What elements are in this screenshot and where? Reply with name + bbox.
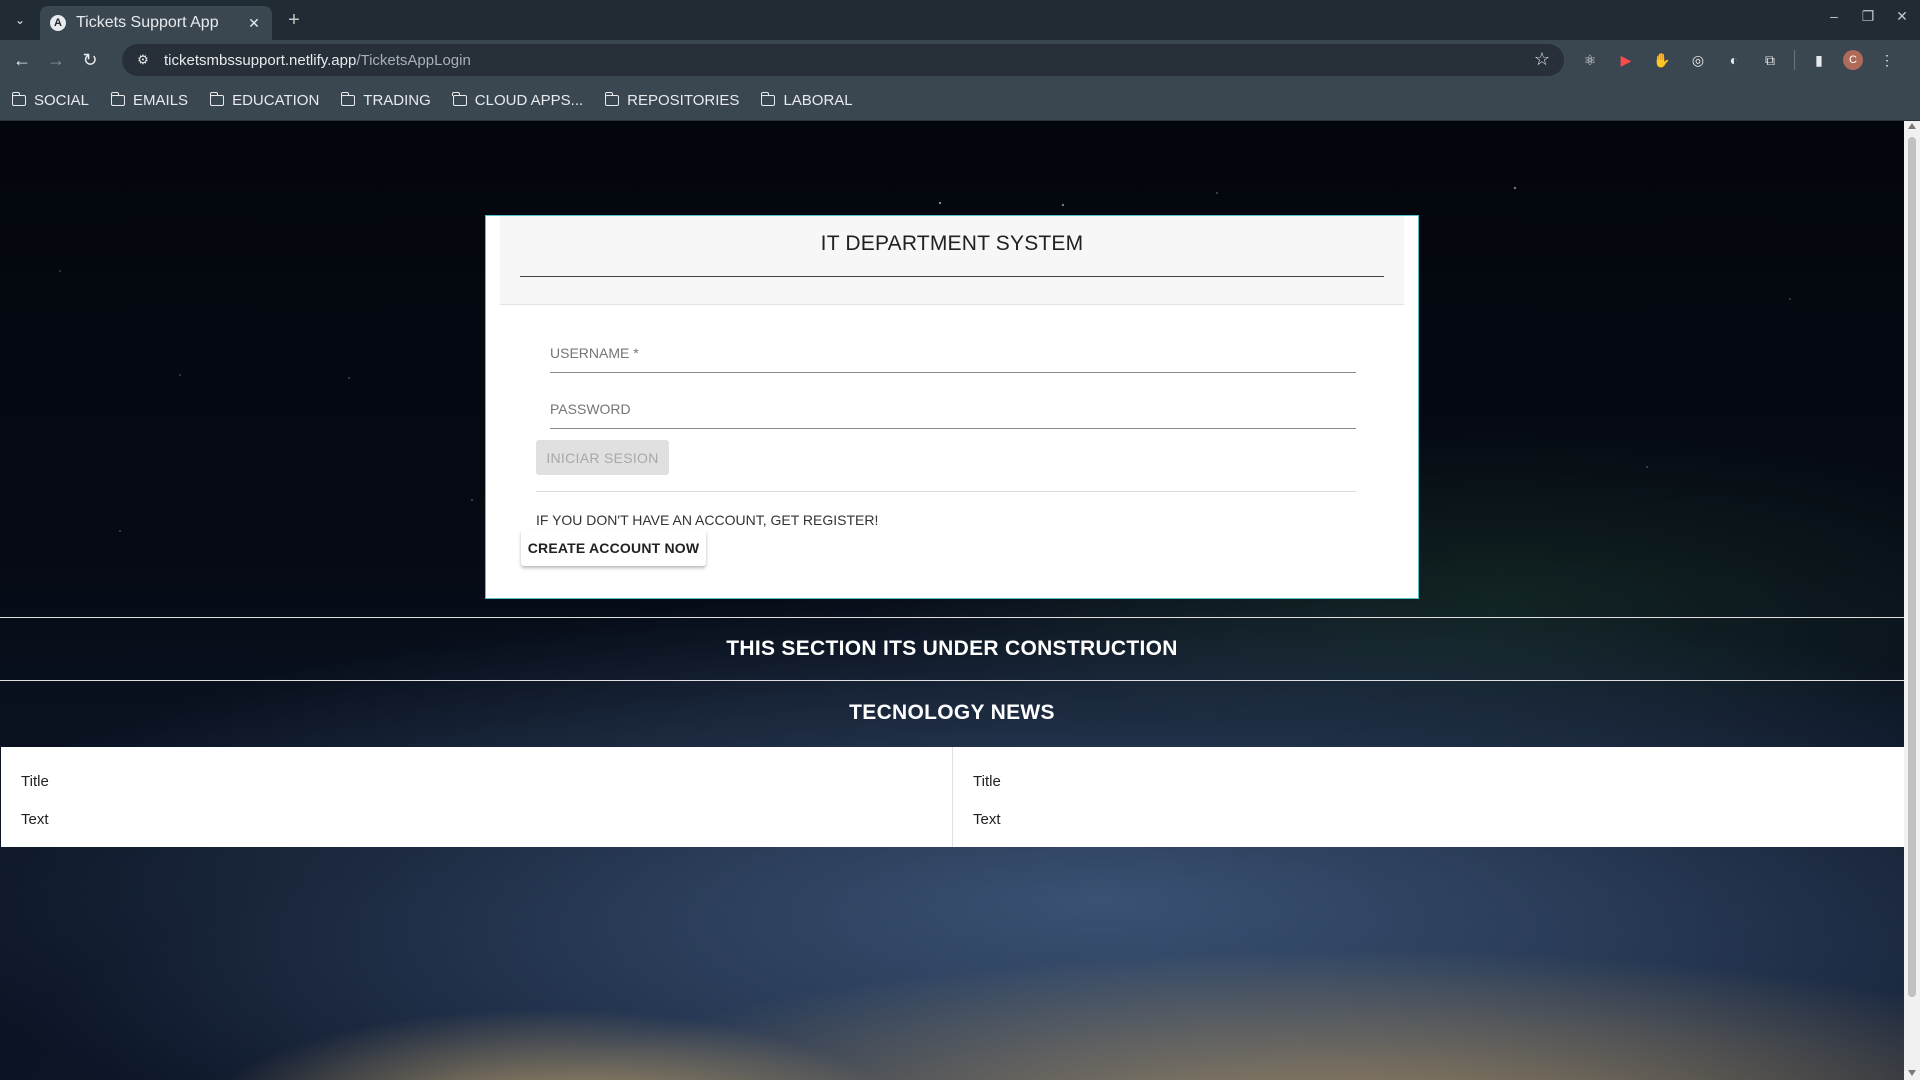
- bookmark-star-icon[interactable]: ☆: [1534, 49, 1550, 70]
- url-path: /TicketsAppLogin: [356, 51, 471, 69]
- bookmark-label: LABORAL: [783, 91, 853, 109]
- bookmark-label: REPOSITORIES: [627, 91, 740, 109]
- create-account-button[interactable]: CREATE ACCOUNT NOW: [521, 530, 706, 566]
- browser-toolbar: ← → ↻ ⚙ ticketsmbssupport.netlify.app/Ti…: [0, 40, 1920, 80]
- new-tab-icon[interactable]: +: [282, 8, 306, 32]
- folder-icon: [452, 91, 467, 106]
- address-bar[interactable]: ⚙ ticketsmbssupport.netlify.app/TicketsA…: [122, 44, 1564, 76]
- news-card-title: Title: [21, 773, 49, 790]
- login-card: IT DEPARTMENT SYSTEM INICIAR SESION IF Y…: [485, 215, 1419, 599]
- username-field[interactable]: [550, 338, 1356, 373]
- scroll-down-arrow-icon[interactable]: [1908, 1070, 1916, 1076]
- bookmark-label: TRADING: [363, 91, 431, 109]
- news-section-header: TECNOLOGY NEWS: [0, 681, 1904, 745]
- browser-tab-active[interactable]: A Tickets Support App ✕: [40, 6, 272, 40]
- url-text[interactable]: ticketsmbssupport.netlify.app/TicketsApp…: [164, 52, 471, 69]
- scroll-thumb[interactable]: [1908, 137, 1916, 997]
- page-scrollbar[interactable]: [1904, 121, 1920, 1080]
- login-button[interactable]: INICIAR SESION: [536, 440, 669, 475]
- bookmark-label: CLOUD APPS...: [474, 91, 584, 109]
- title-divider: [520, 276, 1384, 277]
- back-icon[interactable]: ←: [10, 48, 34, 72]
- minimize-icon[interactable]: –: [1826, 8, 1842, 25]
- angular-favicon-icon: A: [50, 15, 66, 31]
- folder-icon: [760, 91, 776, 106]
- youtube-extension-icon[interactable]: ▶: [1614, 48, 1638, 72]
- record-extension-icon[interactable]: ◎: [1686, 48, 1710, 72]
- bookmark-folder-social[interactable]: SOCIAL: [11, 91, 90, 109]
- news-card-text: Text: [973, 811, 1001, 828]
- toolbar-separator: [1794, 50, 1795, 70]
- news-card[interactable]: Title Text: [952, 747, 1904, 847]
- folder-icon: [110, 91, 126, 106]
- news-card-text: Text: [21, 811, 49, 828]
- bookmark-label: EDUCATION: [232, 91, 320, 109]
- login-title: IT DEPARTMENT SYSTEM: [820, 232, 1084, 255]
- password-field[interactable]: [550, 394, 1356, 429]
- username-input[interactable]: [550, 338, 1356, 368]
- bookmark-label: SOCIAL: [34, 91, 90, 109]
- bookmark-folder-emails[interactable]: EMAILS: [110, 91, 189, 109]
- reload-icon[interactable]: ↻: [78, 48, 102, 72]
- forward-icon[interactable]: →: [44, 48, 68, 72]
- register-prompt: IF YOU DON'T HAVE AN ACCOUNT, GET REGIST…: [536, 512, 879, 528]
- browser-tabstrip: ⌄ A Tickets Support App ✕ + – ❐ ✕: [0, 0, 1920, 40]
- react-devtools-icon[interactable]: ⚛: [1578, 48, 1602, 72]
- construction-banner: THIS SECTION ITS UNDER CONSTRUCTION: [0, 617, 1904, 681]
- construction-text: THIS SECTION ITS UNDER CONSTRUCTION: [726, 637, 1178, 660]
- bookmark-folder-cloud-apps[interactable]: CLOUD APPS...: [452, 91, 584, 109]
- extensions-area: ⚛ ▶ ✋ ◎ ◐ ⧉ ▮ C ⋮: [1578, 48, 1899, 72]
- password-input[interactable]: [550, 394, 1356, 424]
- bookmark-folder-education[interactable]: EDUCATION: [209, 91, 320, 109]
- folder-icon: [604, 91, 620, 106]
- hand-extension-icon[interactable]: ✋: [1650, 48, 1674, 72]
- side-panel-icon[interactable]: ▮: [1807, 48, 1831, 72]
- news-card-title: Title: [973, 773, 1001, 790]
- site-info-icon[interactable]: ⚙: [132, 49, 154, 71]
- extensions-puzzle-icon[interactable]: ⧉: [1758, 48, 1782, 72]
- bookmark-folder-repositories[interactable]: REPOSITORIES: [604, 91, 740, 109]
- folder-icon: [340, 91, 356, 106]
- news-section-title: TECNOLOGY NEWS: [849, 701, 1055, 724]
- window-close-icon[interactable]: ✕: [1894, 8, 1910, 25]
- tab-title: Tickets Support App: [76, 14, 219, 31]
- url-host: ticketsmbssupport.netlify.app: [164, 51, 357, 69]
- bookmarks-bar: SOCIAL EMAILS EDUCATION TRADING CLOUD AP…: [0, 80, 1920, 121]
- dark-mode-extension-icon[interactable]: ◐: [1722, 48, 1746, 72]
- window-controls: – ❐ ✕: [1826, 8, 1910, 25]
- profile-avatar[interactable]: C: [1843, 50, 1863, 70]
- tab-search-chevron-icon[interactable]: ⌄: [8, 8, 32, 32]
- folder-icon: [11, 91, 26, 106]
- page-viewport: IT DEPARTMENT SYSTEM INICIAR SESION IF Y…: [0, 121, 1904, 1080]
- bookmark-folder-laboral[interactable]: LABORAL: [760, 91, 853, 109]
- news-cards-row: Title Text Title Text: [1, 747, 1904, 847]
- news-card[interactable]: Title Text: [1, 747, 952, 847]
- bookmark-label: EMAILS: [133, 91, 189, 109]
- bookmark-folder-trading[interactable]: TRADING: [340, 91, 431, 109]
- scroll-up-arrow-icon[interactable]: [1908, 123, 1916, 129]
- restore-icon[interactable]: ❐: [1860, 8, 1876, 25]
- card-divider: [536, 491, 1356, 492]
- tab-close-icon[interactable]: ✕: [244, 15, 264, 32]
- login-card-header: IT DEPARTMENT SYSTEM: [500, 216, 1404, 305]
- browser-menu-icon[interactable]: ⋮: [1875, 48, 1899, 72]
- folder-icon: [209, 91, 225, 106]
